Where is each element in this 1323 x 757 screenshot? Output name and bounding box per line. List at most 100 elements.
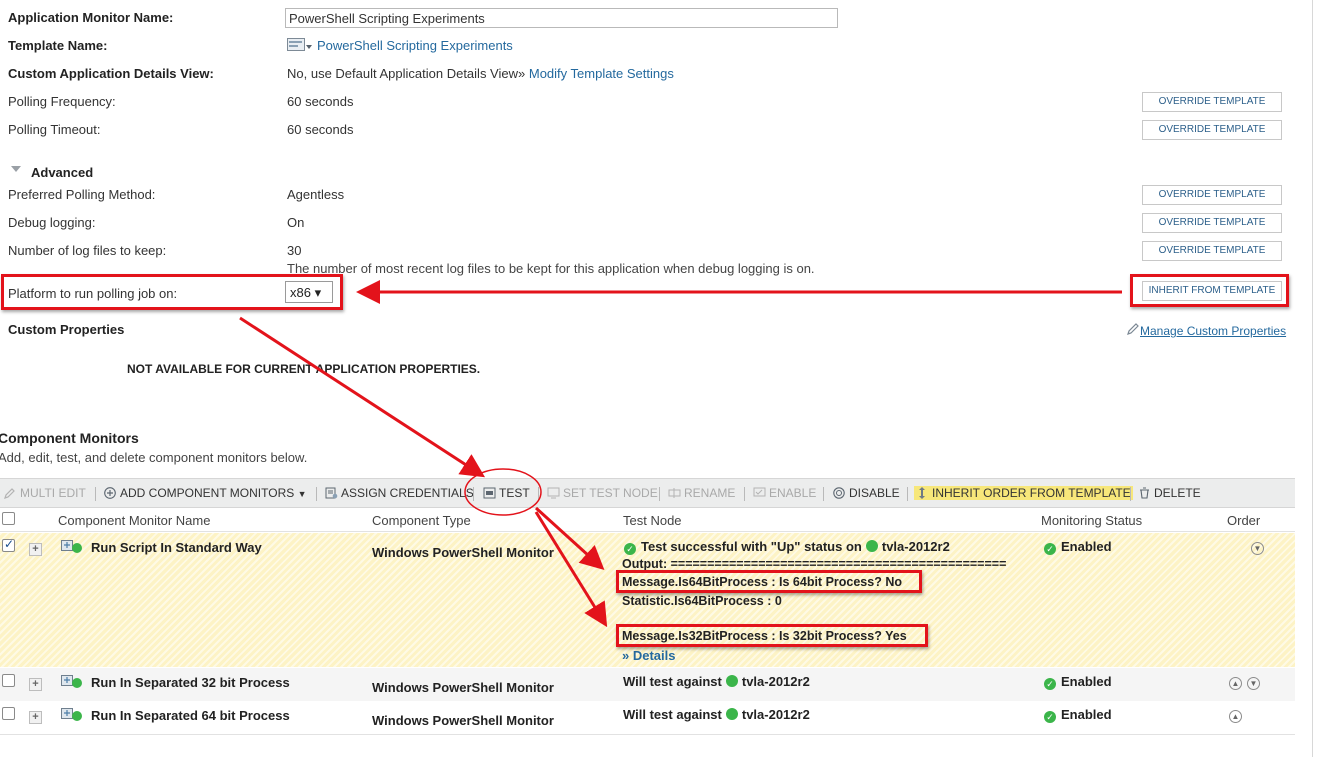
enable-icon — [753, 487, 766, 497]
multi-edit-label: MULTI EDIT — [20, 486, 86, 500]
node-icon — [547, 487, 560, 499]
app-name-input[interactable] — [285, 8, 838, 28]
manage-custom-properties[interactable]: Manage Custom Properties — [1126, 322, 1286, 338]
component-monitor-icon — [61, 540, 82, 553]
log-files-label: Number of log files to keep: — [8, 243, 167, 258]
assign-credentials-button[interactable]: ASSIGN CREDENTIALS — [325, 486, 474, 500]
expand-row-icon[interactable]: + — [29, 543, 42, 556]
test-result-text: Test successful with "Up" status on — [641, 539, 862, 554]
details-view-text: No, use Default Application Details View… — [287, 66, 526, 81]
test-node-name: tvla-2012r2 — [741, 674, 810, 689]
template-name-link[interactable]: PowerShell Scripting Experiments — [317, 38, 513, 53]
component-toolbar: MULTI EDIT ADD COMPONENT MONITORS ▼ ASSI… — [0, 478, 1295, 508]
details-view-label: Custom Application Details View: — [8, 66, 214, 81]
modify-template-settings-link[interactable]: Modify Template Settings — [529, 66, 674, 81]
move-up-icon[interactable]: ▲ — [1229, 677, 1242, 690]
rename-icon — [668, 488, 681, 498]
success-check-icon: ✓ — [624, 543, 636, 555]
table-row[interactable]: + Run In Separated 64 bit Process Window… — [0, 701, 1295, 734]
set-test-node-button[interactable]: SET TEST NODE — [547, 486, 658, 500]
row-order: ▲ — [1229, 707, 1247, 723]
col-status-header[interactable]: Monitoring Status — [1041, 513, 1142, 528]
enabled-check-icon: ✓ — [1044, 543, 1056, 555]
row-name[interactable]: Run In Separated 64 bit Process — [91, 708, 290, 723]
col-name-header[interactable]: Component Monitor Name — [58, 513, 210, 528]
row-order: ▲ ▼ — [1229, 674, 1265, 690]
template-name-label: Template Name: — [8, 38, 108, 53]
test-button[interactable]: TEST — [483, 486, 530, 500]
output-line: Statistic.Is64BitProcess : 0 — [622, 594, 782, 608]
polling-method-value: Agentless — [287, 187, 345, 202]
select-all-checkbox[interactable] — [2, 512, 15, 525]
override-debug-logging-button[interactable]: OVERRIDE TEMPLATE — [1142, 213, 1282, 233]
override-polling-method-button[interactable]: OVERRIDE TEMPLATE — [1142, 185, 1282, 205]
table-bottom-border — [0, 734, 1295, 735]
set-test-node-label: SET TEST NODE — [563, 486, 658, 500]
table-row[interactable]: + Run In Separated 32 bit Process Window… — [0, 668, 1295, 701]
rename-button[interactable]: RENAME — [668, 486, 735, 500]
component-monitor-icon — [61, 675, 82, 688]
toolbar-divider — [95, 487, 96, 501]
row-type: Windows PowerShell Monitor — [372, 713, 554, 728]
log-files-value: 30 — [287, 243, 302, 258]
credentials-icon — [325, 487, 338, 499]
caret-down-icon: ▼ — [297, 489, 307, 499]
row-test-node: Will test against tvla-2012r2 — [623, 707, 810, 722]
row-name[interactable]: Run In Separated 32 bit Process — [91, 675, 290, 690]
row-checkbox[interactable] — [2, 674, 15, 687]
add-component-monitors-button[interactable]: ADD COMPONENT MONITORS ▼ — [104, 486, 307, 500]
row-status: ✓ Enabled — [1044, 539, 1112, 555]
override-polling-frequency-button[interactable]: OVERRIDE TEMPLATE — [1142, 92, 1282, 112]
move-up-icon[interactable]: ▲ — [1229, 710, 1242, 723]
polling-timeout-row: Polling Timeout: 60 seconds — [0, 119, 1300, 141]
col-node-header[interactable]: Test Node — [623, 513, 682, 528]
log-files-hint: The number of most recent log files to b… — [287, 261, 815, 276]
delete-button[interactable]: DELETE — [1138, 486, 1201, 500]
collapse-triangle-icon[interactable] — [11, 166, 21, 172]
status-text: Enabled — [1061, 674, 1112, 689]
override-polling-timeout-button[interactable]: OVERRIDE TEMPLATE — [1142, 120, 1282, 140]
col-order-header[interactable]: Order — [1227, 513, 1260, 528]
disable-button[interactable]: DISABLE — [833, 486, 900, 500]
test-node-text: Will test against — [623, 707, 722, 722]
page-right-border — [1312, 0, 1313, 757]
row-name[interactable]: Run Script In Standard Way — [91, 540, 262, 555]
row-order: ▼ — [1251, 539, 1269, 555]
inherit-order-label: INHERIT ORDER FROM TEMPLATE — [932, 486, 1131, 500]
assign-credentials-label: ASSIGN CREDENTIALS — [341, 486, 474, 500]
col-type-header[interactable]: Component Type — [372, 513, 471, 528]
node-status-dot-icon — [725, 708, 738, 720]
override-log-files-button[interactable]: OVERRIDE TEMPLATE — [1142, 241, 1282, 261]
pencil-icon — [4, 488, 15, 499]
platform-highlight-box — [1, 274, 343, 310]
manage-custom-properties-link[interactable]: Manage Custom Properties — [1140, 324, 1286, 338]
toolbar-divider — [538, 487, 539, 501]
test-label: TEST — [499, 486, 530, 500]
node-status-dot-icon — [725, 675, 738, 687]
component-monitor-icon — [61, 708, 82, 721]
debug-logging-value: On — [287, 215, 305, 230]
app-name-label: Application Monitor Name: — [8, 10, 174, 25]
expand-row-icon[interactable]: + — [29, 711, 42, 724]
row-checkbox[interactable] — [2, 537, 15, 552]
polling-method-row: Preferred Polling Method: Agentless — [0, 184, 1300, 206]
multi-edit-button[interactable]: MULTI EDIT — [4, 486, 86, 500]
inherit-order-button[interactable]: INHERIT ORDER FROM TEMPLATE — [914, 486, 1133, 500]
toolbar-divider — [316, 487, 317, 501]
row-checkbox[interactable] — [2, 707, 15, 720]
test-icon — [483, 487, 496, 499]
polling-timeout-value: 60 seconds — [287, 122, 354, 137]
advanced-heading[interactable]: Advanced — [31, 165, 93, 180]
order-arrows-icon — [919, 487, 925, 499]
enable-button[interactable]: ENABLE — [753, 486, 816, 500]
not-available-message: NOT AVAILABLE FOR CURRENT APPLICATION PR… — [127, 362, 481, 376]
move-down-icon[interactable]: ▼ — [1251, 542, 1264, 555]
expand-row-icon[interactable]: + — [29, 678, 42, 691]
move-down-icon[interactable]: ▼ — [1247, 677, 1260, 690]
toolbar-divider — [907, 487, 908, 501]
details-link[interactable]: » Details — [622, 648, 675, 663]
component-monitors-title: Component Monitors — [0, 430, 139, 446]
toolbar-divider — [823, 487, 824, 501]
debug-logging-label: Debug logging: — [8, 215, 96, 230]
enabled-check-icon: ✓ — [1044, 711, 1056, 723]
